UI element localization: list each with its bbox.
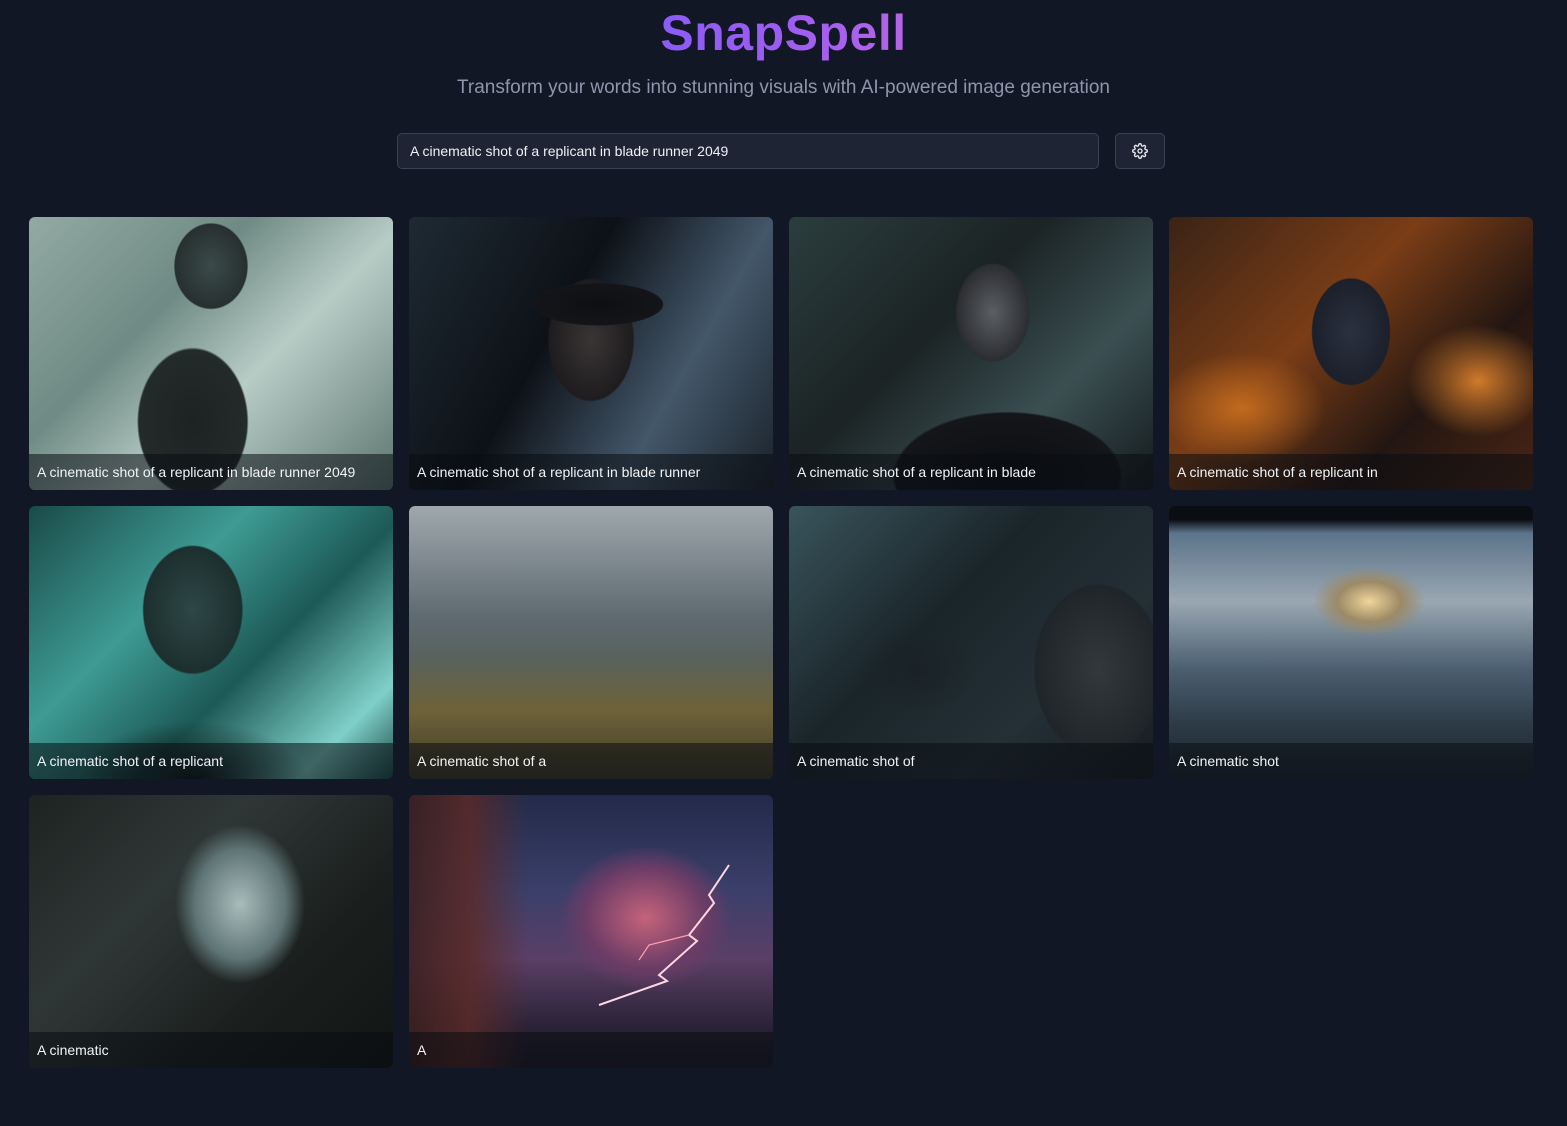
image-caption: A cinematic shot of a — [409, 743, 773, 779]
generated-image — [789, 217, 1153, 490]
image-caption: A cinematic shot of a replicant in blade… — [29, 454, 393, 490]
generated-image — [1169, 506, 1533, 779]
image-caption: A cinematic shot of a replicant — [29, 743, 393, 779]
gear-icon — [1132, 143, 1148, 159]
image-caption: A — [409, 1032, 773, 1068]
prompt-input[interactable] — [397, 133, 1099, 169]
app-subtitle: Transform your words into stunning visua… — [456, 77, 1110, 98]
image-caption: A cinematic shot — [1169, 743, 1533, 779]
image-caption: A cinematic shot of a replicant in blade — [789, 454, 1153, 490]
image-caption: A cinematic — [29, 1032, 393, 1068]
gallery-card[interactable]: A cinematic shot — [1169, 506, 1533, 779]
generated-image — [29, 217, 393, 490]
generated-image — [29, 795, 393, 1068]
gallery-card[interactable]: A cinematic shot of a replicant in blade… — [409, 217, 773, 490]
settings-button[interactable] — [1115, 133, 1165, 169]
gallery-card[interactable]: A cinematic shot of a replicant — [29, 506, 393, 779]
generated-image — [409, 217, 773, 490]
gallery-card[interactable]: A cinematic shot of — [789, 506, 1153, 779]
image-caption: A cinematic shot of — [789, 743, 1153, 779]
generated-image — [789, 506, 1153, 779]
app-title: SnapSpell — [660, 5, 907, 61]
gallery-card[interactable]: A cinematic — [29, 795, 393, 1068]
lightning-bolt — [598, 864, 730, 1006]
gallery-card[interactable]: A — [409, 795, 773, 1068]
generated-image — [1169, 217, 1533, 490]
gallery-card[interactable]: A cinematic shot of a — [409, 506, 773, 779]
gallery-card[interactable]: A cinematic shot of a replicant in blade… — [29, 217, 393, 490]
image-caption: A cinematic shot of a replicant in blade… — [409, 454, 773, 490]
gallery-card[interactable]: A cinematic shot of a replicant in blade — [789, 217, 1153, 490]
generated-image — [409, 795, 773, 1068]
generated-image — [29, 506, 393, 779]
gallery-card[interactable]: A cinematic shot of a replicant in — [1169, 217, 1533, 490]
generated-image — [409, 506, 773, 779]
image-caption: A cinematic shot of a replicant in — [1169, 454, 1533, 490]
